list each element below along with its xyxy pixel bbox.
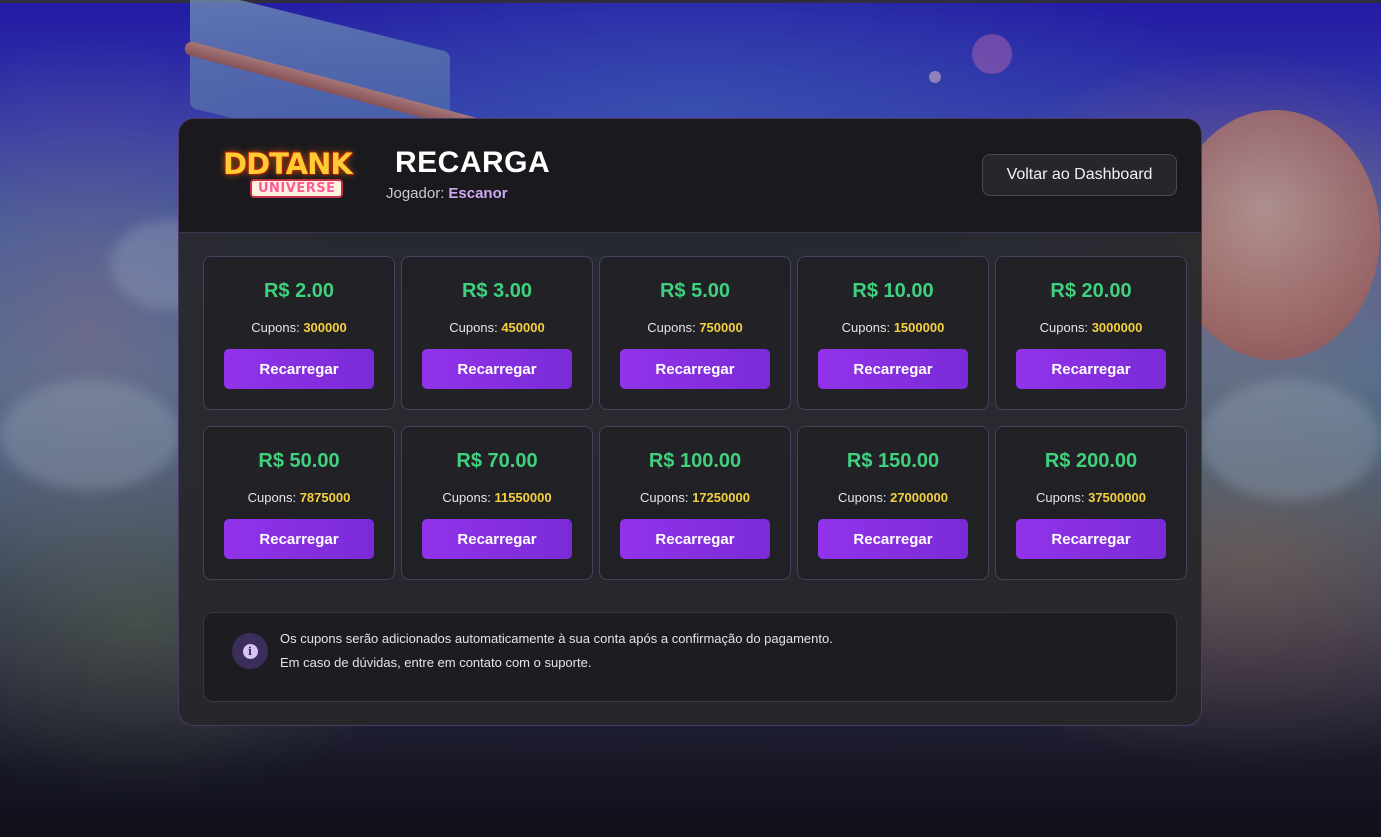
- package-card: R$ 70.00 Cupons: 11550000 Recarregar: [401, 426, 593, 580]
- recharge-button[interactable]: Recarregar: [818, 519, 968, 559]
- package-coupons: Cupons: 27000000: [798, 490, 988, 505]
- package-coupons: Cupons: 300000: [204, 320, 394, 335]
- panel-header: DDTANK UNIVERSE RECARGA Jogador: Escanor …: [179, 119, 1201, 233]
- package-coupons: Cupons: 750000: [600, 320, 790, 335]
- coupons-value: 300000: [303, 320, 347, 335]
- coupons-value: 1500000: [893, 320, 945, 335]
- coupons-value: 37500000: [1088, 490, 1146, 505]
- package-price: R$ 10.00: [852, 280, 934, 302]
- coupons-value: 11550000: [494, 490, 552, 505]
- coupons-label: Cupons:: [251, 320, 300, 335]
- package-grid: R$ 2.00 Cupons: 300000 Recarregar R$ 3.0…: [203, 256, 1187, 580]
- recharge-button[interactable]: Recarregar: [620, 519, 770, 559]
- coupons-value: 27000000: [890, 490, 948, 505]
- package-card: R$ 150.00 Cupons: 27000000 Recarregar: [797, 426, 989, 580]
- ddtank-logo: DDTANK UNIVERSE: [219, 143, 355, 205]
- package-coupons: Cupons: 7875000: [204, 490, 394, 505]
- package-card: R$ 50.00 Cupons: 7875000 Recarregar: [203, 426, 395, 580]
- package-card: R$ 20.00 Cupons: 3000000 Recarregar: [995, 256, 1187, 410]
- info-text-line2: Em caso de dúvidas, entre em contato com…: [280, 655, 592, 670]
- coupons-value: 3000000: [1091, 320, 1143, 335]
- package-card: R$ 3.00 Cupons: 450000 Recarregar: [401, 256, 593, 410]
- coupons-value: 17250000: [692, 490, 750, 505]
- coupons-value: 450000: [501, 320, 545, 335]
- package-price: R$ 100.00: [648, 450, 742, 472]
- package-price: R$ 5.00: [659, 280, 731, 302]
- package-coupons: Cupons: 37500000: [996, 490, 1186, 505]
- player-label: Jogador:: [386, 185, 445, 202]
- coupons-label: Cupons:: [247, 490, 297, 505]
- info-text-line1: Os cupons serão adicionados automaticame…: [280, 631, 833, 646]
- recharge-button[interactable]: Recarregar: [620, 349, 770, 389]
- player-name: Escanor: [448, 185, 508, 202]
- coupons-label: Cupons:: [640, 490, 689, 505]
- coupons-label: Cupons:: [442, 490, 491, 505]
- logo-subtext: UNIVERSE: [250, 179, 344, 198]
- package-coupons: Cupons: 17250000: [600, 490, 790, 505]
- package-price: R$ 200.00: [1044, 450, 1138, 472]
- recharge-button[interactable]: Recarregar: [818, 349, 968, 389]
- page-title: RECARGA: [395, 146, 551, 179]
- package-coupons: Cupons: 1500000: [798, 320, 988, 335]
- package-card: R$ 200.00 Cupons: 37500000 Recarregar: [995, 426, 1187, 580]
- recharge-panel: DDTANK UNIVERSE RECARGA Jogador: Escanor …: [178, 118, 1202, 726]
- coupons-label: Cupons:: [449, 320, 498, 335]
- coupons-label: Cupons:: [647, 320, 696, 335]
- package-card: R$ 5.00 Cupons: 750000 Recarregar: [599, 256, 791, 410]
- coupons-value: 7875000: [299, 490, 351, 505]
- info-notice: i Os cupons serão adicionados automatica…: [203, 612, 1177, 702]
- recharge-button[interactable]: Recarregar: [224, 349, 374, 389]
- player-info: Jogador: Escanor: [386, 185, 508, 202]
- package-coupons: Cupons: 11550000: [402, 490, 592, 505]
- coupons-label: Cupons:: [1039, 320, 1089, 335]
- package-card: R$ 100.00 Cupons: 17250000 Recarregar: [599, 426, 791, 580]
- recharge-button[interactable]: Recarregar: [1016, 349, 1166, 389]
- recharge-button[interactable]: Recarregar: [422, 519, 572, 559]
- info-glyph: i: [242, 643, 258, 659]
- package-coupons: Cupons: 450000: [402, 320, 592, 335]
- coupons-label: Cupons:: [838, 490, 887, 505]
- package-price: R$ 50.00: [258, 450, 340, 472]
- coupons-label: Cupons:: [841, 320, 891, 335]
- back-to-dashboard-button[interactable]: Voltar ao Dashboard: [982, 154, 1177, 196]
- package-price: R$ 3.00: [461, 280, 533, 302]
- logo-word: DDTANK: [223, 147, 353, 181]
- recharge-button[interactable]: Recarregar: [1016, 519, 1166, 559]
- info-icon: i: [232, 633, 268, 669]
- package-price: R$ 150.00: [846, 450, 940, 472]
- recharge-button[interactable]: Recarregar: [422, 349, 572, 389]
- package-coupons: Cupons: 3000000: [996, 320, 1186, 335]
- recharge-button[interactable]: Recarregar: [224, 519, 374, 559]
- coupons-label: Cupons:: [1036, 490, 1085, 505]
- package-price: R$ 70.00: [456, 450, 538, 472]
- package-card: R$ 10.00 Cupons: 1500000 Recarregar: [797, 256, 989, 410]
- package-price: R$ 20.00: [1050, 280, 1132, 302]
- package-price: R$ 2.00: [263, 280, 335, 302]
- coupons-value: 750000: [699, 320, 743, 335]
- package-card: R$ 2.00 Cupons: 300000 Recarregar: [203, 256, 395, 410]
